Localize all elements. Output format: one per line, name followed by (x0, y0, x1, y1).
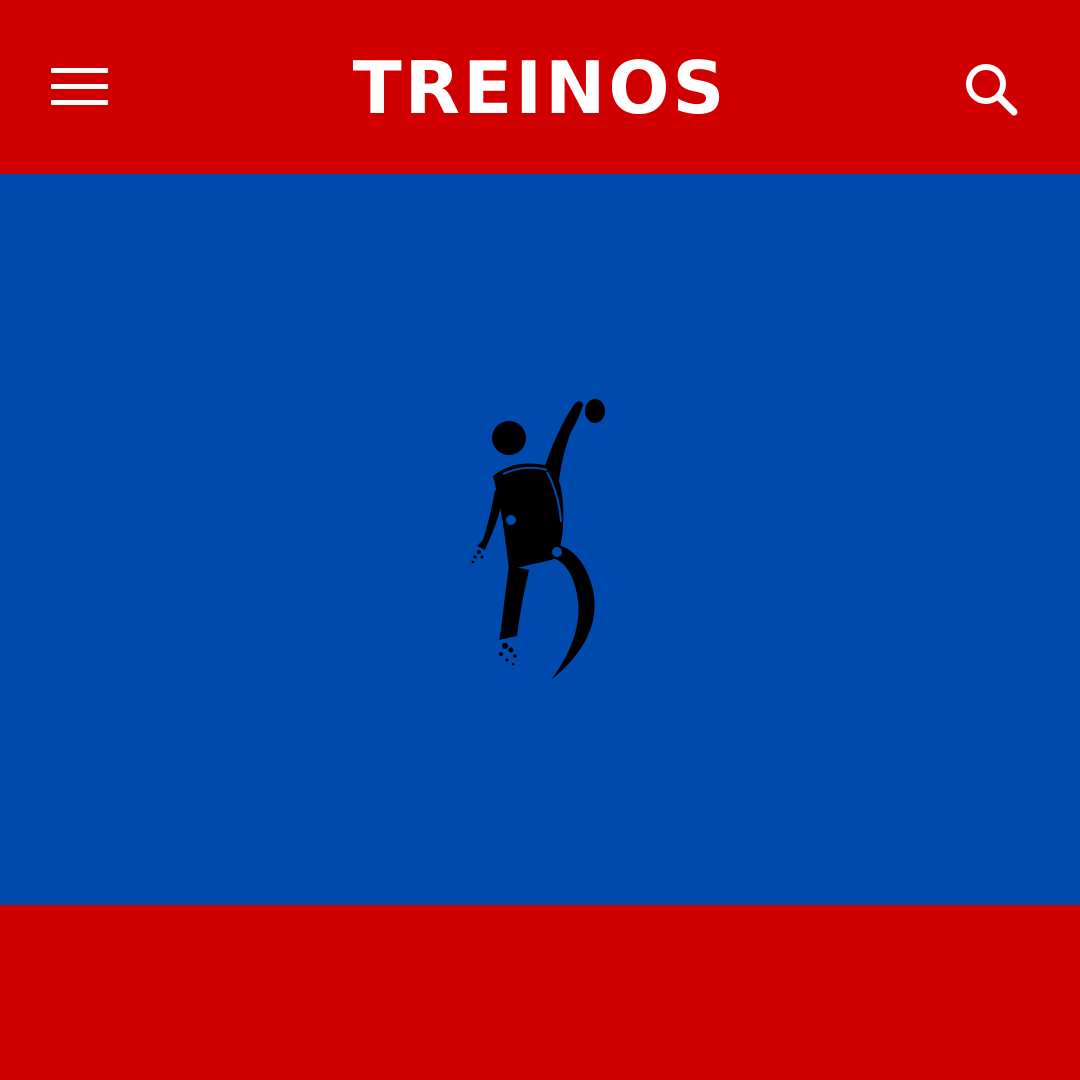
page-title: TREINOS (352, 46, 728, 130)
search-icon (966, 64, 1018, 116)
top-app-bar: TREINOS (0, 0, 1080, 174)
handball-player-icon (471, 399, 605, 680)
bottom-bar (0, 905, 1080, 1080)
hero-banner (0, 174, 1080, 905)
search-button[interactable] (958, 56, 1024, 122)
app-screen: TREINOS (0, 0, 1080, 1080)
